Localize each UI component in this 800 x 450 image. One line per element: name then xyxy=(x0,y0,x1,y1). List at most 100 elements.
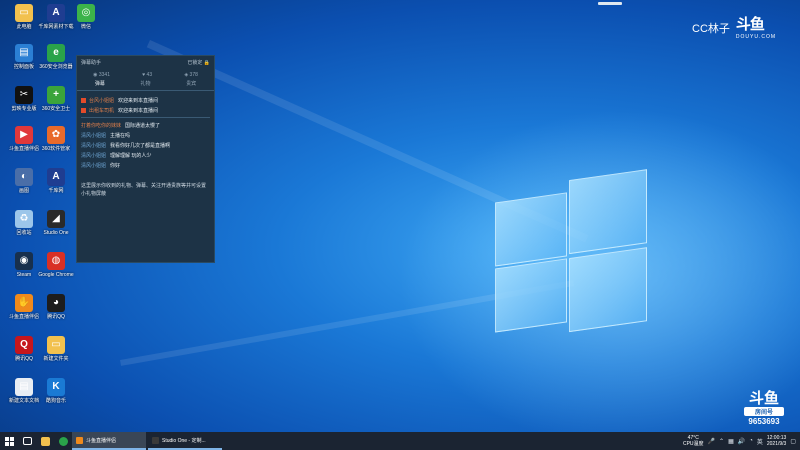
desktop-icon-label: 360软件管家 xyxy=(41,146,71,152)
cpu-temp-widget[interactable]: 47°C CPU温度 xyxy=(683,435,704,447)
desktop-icon[interactable]: ▭ 新建文件夹 xyxy=(36,336,76,362)
app-icon: ▤ xyxy=(15,44,33,62)
desktop-icon-label: 新建文件夹 xyxy=(43,356,69,362)
divider xyxy=(81,117,210,118)
input-method-icon[interactable]: 英 xyxy=(757,437,763,446)
app-icon: ◢ xyxy=(47,210,65,228)
message-username[interactable]: 打着你吃你的妹妹 xyxy=(81,122,121,129)
danmaku-window-header[interactable]: 弹幕助手 已锁定 🔒 xyxy=(77,56,214,68)
stream-toolbar-handle[interactable] xyxy=(598,2,622,5)
microphone-icon[interactable]: 🎤 xyxy=(708,438,715,445)
taskbar-tasks: 斗鱼直播伴侣 Studio One - 定制... xyxy=(72,432,222,450)
wifi-icon[interactable]: ◔ xyxy=(749,438,753,444)
windows-start-icon xyxy=(4,436,14,446)
app-icon: ▭ xyxy=(15,4,33,22)
app-icon: ✋ xyxy=(15,294,33,312)
desktop-icon-label: 微信 xyxy=(80,24,91,30)
app-icon: ♻ xyxy=(15,210,33,228)
desktop-icon-label: 千库网 xyxy=(48,188,64,194)
tab-gifts[interactable]: 礼物 xyxy=(140,80,150,87)
danmaku-title: 弹幕助手 xyxy=(81,59,102,66)
desktop-icon[interactable]: ◢ Studio One xyxy=(36,210,76,236)
app-icon: ◎ xyxy=(77,4,95,22)
message-username[interactable]: 清风小姐姐 xyxy=(81,132,106,139)
taskbar-task-view[interactable] xyxy=(18,432,36,450)
danmaku-message[interactable]: 打着你吃你的妹妹 国际通道太慢了 xyxy=(81,120,210,130)
app-icon: A xyxy=(47,168,65,186)
room-number: 9653693 xyxy=(748,417,780,426)
danmaku-window[interactable]: 弹幕助手 已锁定 🔒 ◉ 3341 ♥ 43 ◈ 378 弹幕 礼物 贵宾 台风… xyxy=(76,55,215,263)
message-username[interactable]: 台风小姐姐 xyxy=(89,97,114,104)
app-icon: Q xyxy=(15,336,33,354)
tab-danmaku[interactable]: 弹幕 xyxy=(95,80,105,87)
message-username[interactable]: 清风小姐姐 xyxy=(81,142,106,149)
app-icon: ▤ xyxy=(15,378,33,396)
notification-icon[interactable]: ▢ xyxy=(790,438,796,445)
badge-icon xyxy=(81,107,86,113)
message-username[interactable]: 出租车司机 xyxy=(89,107,114,114)
message-username[interactable]: 清风小姐姐 xyxy=(81,152,106,159)
taskbar-task[interactable]: Studio One - 定制... xyxy=(148,432,222,450)
desktop-icon[interactable]: +360安全卫士 xyxy=(36,86,76,112)
desktop-icon[interactable]: K 酷狗音乐 xyxy=(36,378,76,404)
message-text: 我看你好几次了都是直播啊 xyxy=(110,142,171,149)
danmaku-message[interactable]: 台风小姐姐 欢迎来到本直播间 xyxy=(81,95,210,105)
fans-stat: ♥ 43 xyxy=(142,72,153,78)
chevron-up-icon[interactable]: ⌃ xyxy=(719,438,724,445)
douyu-room-logo: 斗鱼 xyxy=(748,390,779,407)
app-icon: ◉ xyxy=(15,252,33,270)
danmaku-message[interactable]: 出租车司机 欢迎来到本直播间 xyxy=(81,105,210,115)
app-icon: A xyxy=(47,4,65,22)
douyu-logo: 斗鱼 xyxy=(735,16,765,33)
desktop-icon[interactable]: ◍ Google Chrome xyxy=(36,252,76,278)
desktop-icon-label: Studio One xyxy=(43,230,69,236)
system-tray: 47°C CPU温度 🎤 ⌃ ▦ 🔊 ◔ 英 12:00:13 2021/9/3… xyxy=(683,432,800,450)
streamer-name: CC林子 xyxy=(692,23,730,35)
danmaku-message[interactable]: 清风小姐姐 你好 xyxy=(81,160,210,170)
taskbar-task-label: Studio One - 定制... xyxy=(162,437,206,444)
message-text: 理解理解 玩的人少 xyxy=(110,152,152,159)
app-icon: ▶ xyxy=(15,126,33,144)
app-icon: ◍ xyxy=(47,252,65,270)
app-icon: ✂ xyxy=(15,86,33,104)
volume-icon[interactable]: 🔊 xyxy=(738,438,745,445)
cpu-temp-label: CPU温度 xyxy=(682,441,704,447)
danmaku-stats: ◉ 3341 ♥ 43 ◈ 378 xyxy=(77,68,214,80)
clock-date: 2021/9/3 xyxy=(766,441,787,447)
danmaku-message[interactable]: 清风小姐姐 理解理解 玩的人少 xyxy=(81,150,210,160)
danmaku-message-list[interactable]: 台风小姐姐 欢迎来到本直播间 出租车司机 欢迎来到本直播间 打着你吃你的妹妹 国际通道太慢… xyxy=(77,91,214,174)
desktop-icon[interactable]: e 360安全浏览器 xyxy=(36,44,76,70)
network-icon[interactable]: ▦ xyxy=(728,438,734,445)
desktop-icon-label: 腾讯QQ xyxy=(47,314,65,320)
taskbar-task[interactable]: 斗鱼直播伴侣 xyxy=(72,432,146,450)
taskbar-360-browser[interactable] xyxy=(54,432,72,450)
danmaku-message[interactable]: 清风小姐姐 我看你好几次了都是直播啊 xyxy=(81,140,210,150)
desktop-icon[interactable]: ◕ 腾讯QQ xyxy=(36,294,76,320)
lock-icon[interactable]: 🔒 xyxy=(204,60,210,66)
taskbar-file-explorer[interactable] xyxy=(36,432,54,450)
start-button[interactable] xyxy=(0,432,18,450)
danmaku-message[interactable]: 清风小姐姐 主播在吗 xyxy=(81,130,210,140)
task-view-icon xyxy=(22,437,32,445)
desktop-icon-label: Google Chrome xyxy=(38,272,74,278)
tab-vip[interactable]: 贵宾 xyxy=(186,80,196,87)
taskbar-task-label: 斗鱼直播伴侣 xyxy=(86,437,117,444)
app-icon: ◕ xyxy=(47,294,65,312)
desktop-icon[interactable]: ◎ 微信 xyxy=(66,4,106,30)
danmaku-tabs: 弹幕 礼物 贵宾 xyxy=(77,80,214,91)
clock[interactable]: 12:00:13 2021/9/3 xyxy=(767,435,786,447)
app-icon: + xyxy=(47,86,65,104)
app-icon xyxy=(76,436,83,444)
app-icon: ▭ xyxy=(47,336,65,354)
desktop-icon[interactable]: A 千库网 xyxy=(36,168,76,194)
desktop-icon[interactable]: ✿ 360软件管家 xyxy=(36,126,76,152)
danmaku-footer-hint: 这里展示你收到的礼物、弹幕、关注开通贵族等并可设置小礼物屏蔽 xyxy=(81,183,207,197)
viewers-stat: ◉ 3341 xyxy=(93,72,110,78)
message-text: 国际通道太慢了 xyxy=(125,122,161,129)
windows-logo xyxy=(495,169,647,340)
desktop-icon-label: 360安全浏览器 xyxy=(39,64,73,70)
message-text: 主播在吗 xyxy=(110,132,131,139)
lock-status[interactable]: 已锁定 xyxy=(187,60,202,66)
message-username[interactable]: 清风小姐姐 xyxy=(81,162,106,169)
app-icon xyxy=(152,436,159,444)
